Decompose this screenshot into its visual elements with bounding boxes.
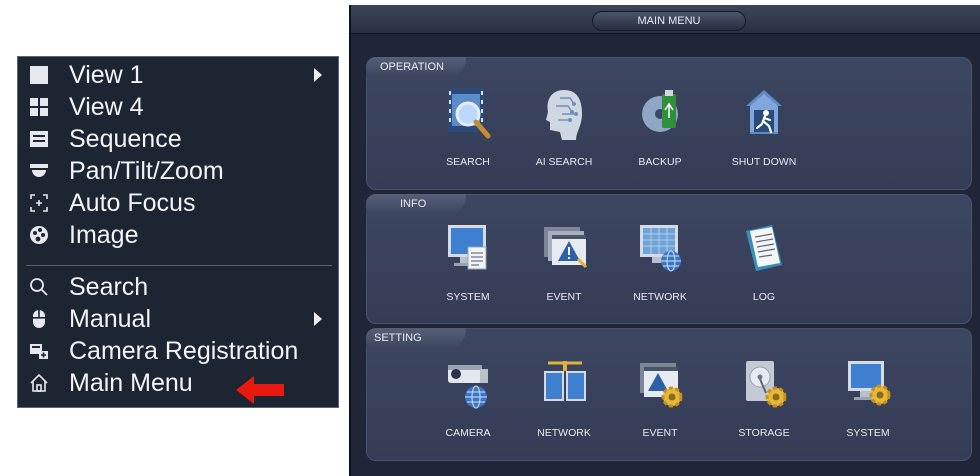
title-bar: MAIN MENU bbox=[351, 5, 980, 34]
camera-registration-icon bbox=[28, 340, 50, 362]
menu-item-label: View 1 bbox=[69, 60, 144, 89]
submenu-arrow-icon bbox=[314, 68, 322, 82]
camera-globe-icon bbox=[448, 365, 488, 409]
info-network-label: NETWORK bbox=[633, 291, 687, 303]
menu-item-label: Image bbox=[69, 220, 139, 249]
setting-event-label: EVENT bbox=[642, 427, 678, 439]
monitor-gear-icon bbox=[848, 361, 891, 406]
menu-item-main-menu[interactable]: Main Menu bbox=[18, 367, 338, 399]
info-system-label: SYSTEM bbox=[446, 291, 490, 303]
search-icon bbox=[28, 276, 50, 298]
red-pointer-arrow-icon bbox=[236, 376, 284, 404]
operation-panel: OPERATION SEARCH AI SEARCH BACKUP SHUT D… bbox=[366, 57, 972, 190]
submenu-arrow-icon bbox=[314, 312, 322, 326]
video-search-icon bbox=[448, 88, 491, 139]
setting-panel-title: SETTING bbox=[366, 328, 466, 348]
context-menu: View 1 View 4 Sequence Pan/Tilt/Zoom Aut… bbox=[17, 56, 339, 408]
image-icon bbox=[28, 224, 50, 246]
exit-house-icon bbox=[746, 90, 782, 134]
menu-item-view4[interactable]: View 4 bbox=[18, 91, 338, 123]
mouse-icon bbox=[28, 308, 50, 330]
menu-item-ptz[interactable]: Pan/Tilt/Zoom bbox=[18, 155, 338, 187]
menu-item-manual[interactable]: Manual bbox=[18, 303, 338, 335]
home-icon bbox=[28, 372, 50, 394]
menu-item-label: Search bbox=[69, 272, 149, 301]
operation-panel-title: OPERATION bbox=[366, 57, 466, 77]
backup-button[interactable]: BACKUP bbox=[617, 84, 703, 174]
setting-system-button[interactable]: SYSTEM bbox=[825, 355, 911, 445]
info-panel: INFO SYSTEM EVENT NETWORK LOG bbox=[366, 194, 972, 324]
event-gear-icon bbox=[640, 363, 683, 408]
square-icon bbox=[28, 64, 50, 86]
menu-item-sequence[interactable]: Sequence bbox=[18, 123, 338, 155]
menu-item-view1[interactable]: View 1 bbox=[18, 59, 338, 91]
network-screens-icon bbox=[544, 361, 586, 401]
log-button[interactable]: LOG bbox=[721, 219, 807, 309]
log-book-icon bbox=[746, 225, 782, 271]
menu-item-search[interactable]: Search bbox=[18, 271, 338, 303]
menu-item-label: Sequence bbox=[69, 124, 182, 153]
info-event-label: EVENT bbox=[546, 291, 582, 303]
info-system-button[interactable]: SYSTEM bbox=[425, 219, 511, 309]
setting-network-label: NETWORK bbox=[537, 427, 591, 439]
log-label: LOG bbox=[752, 291, 776, 303]
shut-down-button[interactable]: SHUT DOWN bbox=[721, 84, 807, 174]
monitor-globe-icon bbox=[640, 225, 681, 272]
sequence-icon bbox=[28, 128, 50, 150]
menu-item-image[interactable]: Image bbox=[18, 219, 338, 251]
setting-storage-label: STORAGE bbox=[738, 427, 790, 439]
ptz-icon bbox=[28, 160, 50, 182]
window-title: MAIN MENU bbox=[592, 11, 746, 31]
setting-panel: SETTING CAMERA NETWORK EVENT STORAGE SYS… bbox=[366, 328, 972, 461]
menu-item-label: Camera Registration bbox=[69, 336, 299, 365]
menu-item-auto-focus[interactable]: Auto Focus bbox=[18, 187, 338, 219]
info-event-button[interactable]: EVENT bbox=[521, 219, 607, 309]
info-panel-title: INFO bbox=[366, 194, 466, 214]
grid-icon bbox=[28, 96, 50, 118]
focus-icon bbox=[28, 192, 50, 214]
search-button[interactable]: SEARCH bbox=[425, 84, 511, 174]
ai-head-icon bbox=[546, 90, 582, 140]
menu-item-label: View 4 bbox=[69, 92, 144, 121]
ai-search-button[interactable]: AI SEARCH bbox=[521, 84, 607, 174]
shut-down-label: SHUT DOWN bbox=[731, 156, 797, 168]
menu-item-label: Auto Focus bbox=[69, 188, 196, 217]
setting-camera-button[interactable]: CAMERA bbox=[425, 355, 511, 445]
backup-label: BACKUP bbox=[638, 156, 682, 168]
info-network-button[interactable]: NETWORK bbox=[617, 219, 703, 309]
warning-window-icon bbox=[544, 227, 588, 269]
menu-item-label: Main Menu bbox=[69, 368, 193, 397]
usb-disc-icon bbox=[642, 90, 678, 132]
menu-item-label: Manual bbox=[69, 304, 151, 333]
menu-divider bbox=[26, 265, 332, 266]
monitor-document-icon bbox=[448, 225, 487, 270]
setting-camera-label: CAMERA bbox=[445, 427, 491, 439]
setting-event-button[interactable]: EVENT bbox=[617, 355, 703, 445]
setting-network-button[interactable]: NETWORK bbox=[521, 355, 607, 445]
search-label: SEARCH bbox=[446, 156, 490, 168]
menu-item-camera-registration[interactable]: Camera Registration bbox=[18, 335, 338, 367]
setting-storage-button[interactable]: STORAGE bbox=[721, 355, 807, 445]
menu-item-label: Pan/Tilt/Zoom bbox=[69, 156, 224, 185]
setting-system-label: SYSTEM bbox=[846, 427, 890, 439]
hard-drive-gear-icon bbox=[746, 361, 787, 408]
ai-search-label: AI SEARCH bbox=[535, 156, 593, 168]
main-menu-window: MAIN MENU OPERATION SEARCH AI SEARCH BAC… bbox=[349, 5, 980, 476]
